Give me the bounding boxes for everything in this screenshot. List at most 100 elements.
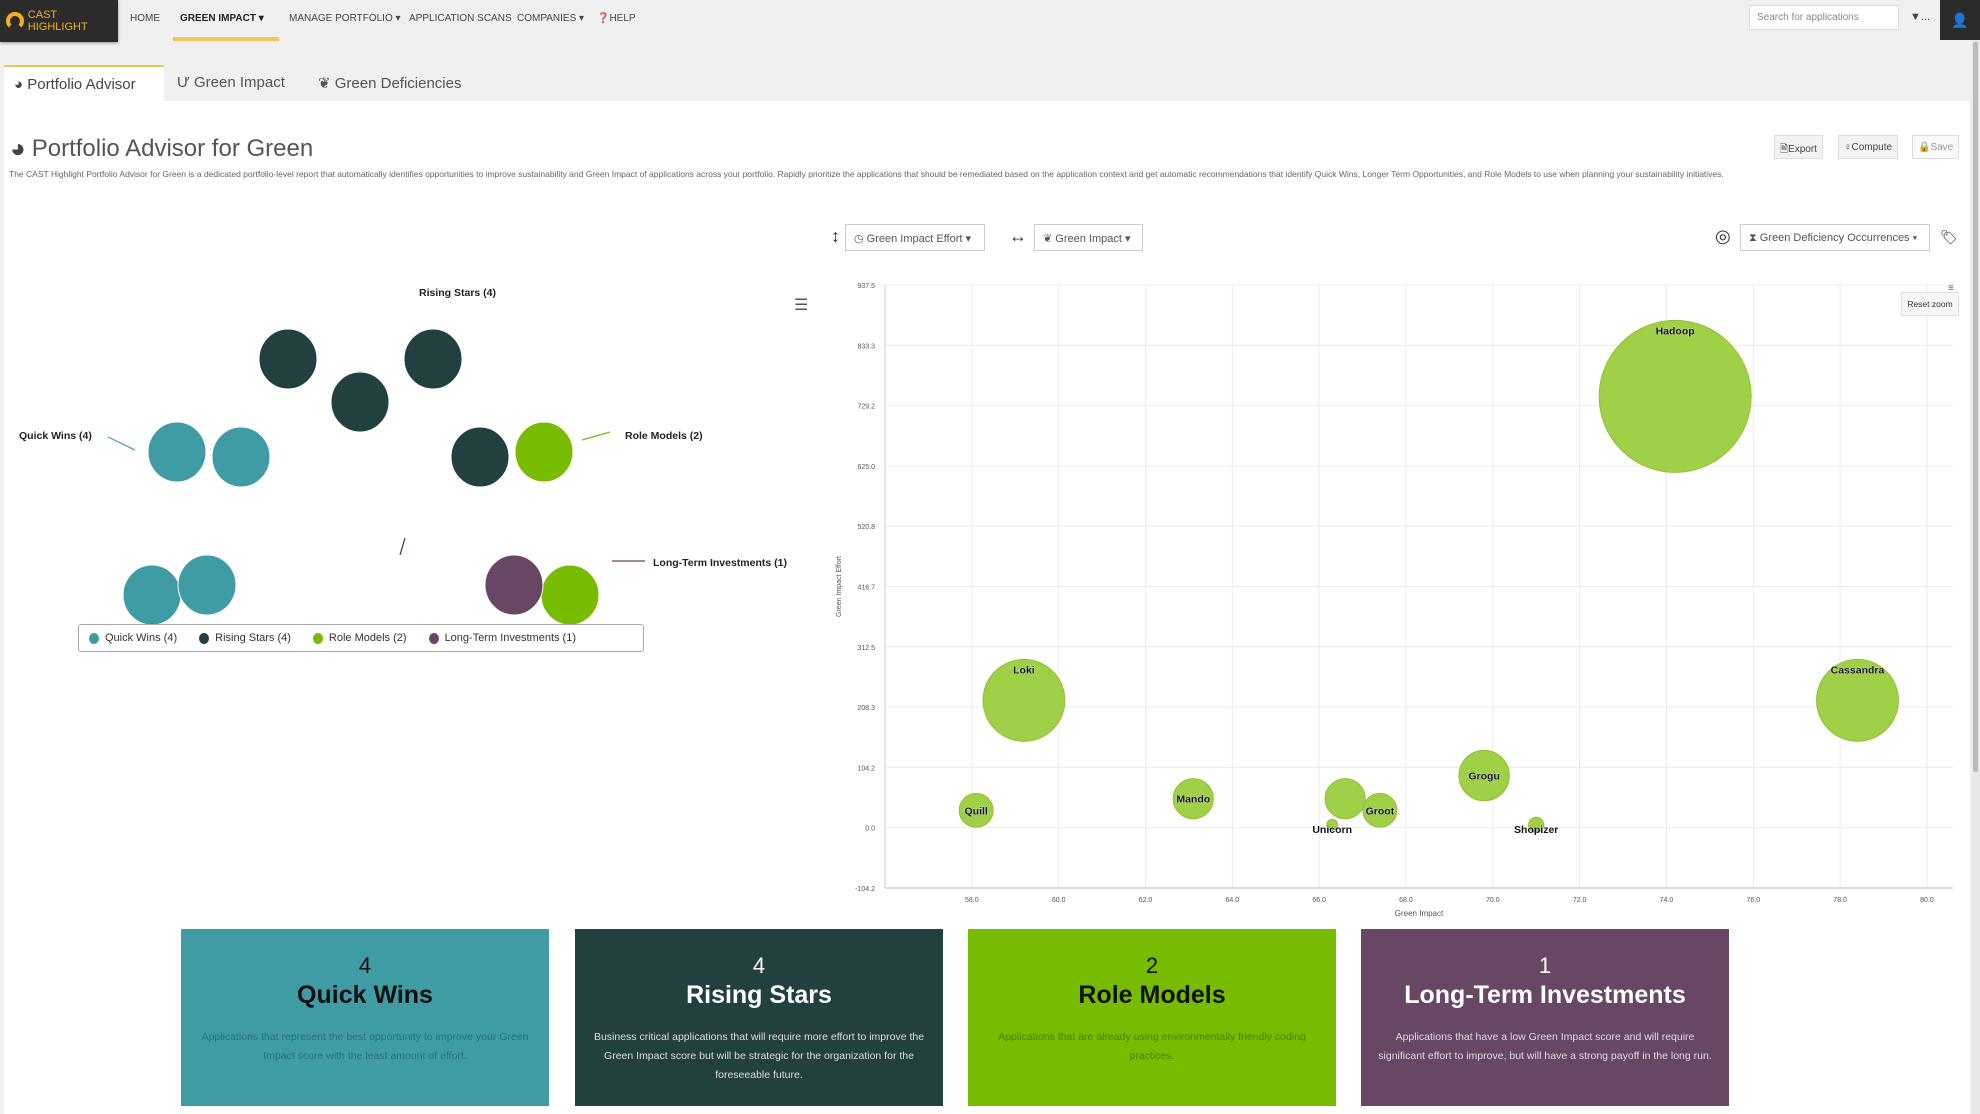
y-tick-label: 937.5 (857, 283, 875, 290)
label-role-models: Role Models (2) (625, 430, 703, 442)
scrollbar-thumb[interactable] (1973, 42, 1978, 772)
bubble-scatter-chart: -104.2 0.0 104.2 208.3 312.5 416.7 520.8 625.0 7… (836, 283, 1954, 918)
y-axis-title: Green Impact Effort (836, 556, 843, 617)
bubble-role-models[interactable] (540, 564, 600, 626)
bubble-quick-wins[interactable] (147, 421, 207, 483)
nav-manage-portfolio[interactable]: MANAGE PORTFOLIO ▾ (289, 13, 401, 24)
x-tick-label: 72.0 (1573, 897, 1587, 904)
logo[interactable]: CAST HIGHLIGHT (0, 0, 118, 42)
bubble-quick-wins[interactable] (211, 426, 271, 488)
size-dropdown-label: Green Deficiency Occurrences ▾ (1759, 232, 1918, 244)
legend-quick-wins[interactable]: Quick Wins (4) (89, 632, 177, 644)
bubble-label: Mando (1176, 794, 1210, 806)
bubble-role-models[interactable] (514, 421, 574, 483)
size-dropdown[interactable]: ⧗ Green Deficiency Occurrences ▾ (1740, 224, 1930, 251)
page-description: The CAST Highlight Portfolio Advisor for… (9, 169, 1724, 179)
x-tick-label: 70.0 (1486, 897, 1500, 904)
x-axis-title: Green Impact (1395, 909, 1444, 918)
x-tick-label: 78.0 (1833, 897, 1847, 904)
legend-dot (312, 632, 323, 644)
connector-line (581, 431, 611, 441)
card-title: Quick Wins (297, 981, 433, 1009)
bubble-label: Groot (1366, 805, 1395, 817)
tab-portfolio-advisor[interactable]: ◕ Portfolio Advisor (4, 65, 164, 101)
user-icon[interactable]: 👤 (1940, 0, 1980, 40)
vertical-axis-icon: ↕ (831, 226, 840, 246)
bubble-label: Grogu (1468, 771, 1500, 783)
legend-label: Role Models (2) (328, 632, 407, 644)
reset-zoom-button[interactable]: Reset zoom (1901, 292, 1959, 316)
label-quick-wins: Quick Wins (4) (19, 430, 92, 442)
help-icon: ❓ (597, 13, 610, 24)
y-tick-label: 520.8 (857, 524, 875, 531)
tab-green-deficiencies[interactable]: ❦ Green Deficiencies (308, 65, 471, 101)
target-icon: ◎ (1715, 226, 1731, 246)
nav-companies[interactable]: COMPANIES ▾ (517, 13, 584, 24)
card-count: 1 (1538, 953, 1552, 978)
bubble-rising-stars[interactable] (258, 328, 318, 390)
card-title: Rising Stars (686, 981, 832, 1009)
filter-icon[interactable]: ▼... (1910, 11, 1930, 23)
chart-menu-icon[interactable]: ☰ (794, 295, 808, 315)
bubble-long-term-investments[interactable] (484, 554, 544, 616)
legend-role-models[interactable]: Role Models (2) (312, 632, 407, 644)
bubble-rising-stars[interactable] (330, 371, 390, 433)
legend-dot (199, 632, 210, 644)
nav-home[interactable]: HOME (130, 13, 160, 24)
legend-rising-stars[interactable]: Rising Stars (4) (199, 632, 291, 644)
card-description: Applications that represent the best opp… (201, 1031, 529, 1062)
y-tick-label: 833.3 (857, 343, 875, 350)
bubble-quick-wins[interactable] (177, 554, 237, 616)
x-tick-label: 68.0 (1399, 897, 1413, 904)
connector-line (399, 537, 406, 556)
card-rising-stars[interactable]: 4 Rising Stars Business critical applicati… (575, 929, 943, 1106)
x-tick-label: 58.0 (965, 897, 979, 904)
bubble-rising-stars[interactable] (450, 426, 510, 488)
nav-green-impact[interactable]: GREEN IMPACT ▾ (180, 13, 264, 24)
x-axis-dropdown[interactable]: ❦ Green Impact ▾ (1034, 224, 1143, 251)
legend-label: Long-Term Investments (1) (444, 632, 576, 644)
y-axis-dropdown[interactable]: ◷ Green Impact Effort ▾ (845, 224, 985, 251)
y-tick-label: 0.0 (865, 826, 875, 833)
y-tick-label: 416.7 (857, 584, 875, 591)
x-tick-label: 80.0 (1920, 897, 1934, 904)
compute-label: Compute (1851, 142, 1893, 153)
bubble-rising-stars[interactable] (403, 328, 463, 390)
x-tick-label: 74.0 (1660, 897, 1674, 904)
stethoscope-icon: Ư (177, 74, 190, 91)
save-button[interactable]: 🔒Save (1912, 135, 1960, 159)
bubble-label: Hadoop (1656, 325, 1695, 337)
legend-long-term[interactable]: Long-Term Investments (1) (428, 632, 576, 644)
page-title: ◕ Portfolio Advisor for Green (10, 133, 313, 164)
bubble-point-hadoop[interactable] (1598, 319, 1752, 473)
y-axis-dropdown-label: Green Impact Effort ▾ (866, 233, 972, 245)
nav-application-scans[interactable]: APPLICATION SCANS (409, 13, 512, 24)
tab-green-impact[interactable]: Ư Green Impact (167, 65, 295, 101)
card-role-models[interactable]: 2 Role Models Applications that are alread… (968, 929, 1336, 1106)
card-long-term-investments[interactable]: 1 Long-Term Investments Applications that … (1361, 929, 1729, 1106)
leaf-icon: ❦ (318, 75, 331, 92)
bubble-label: Shopizer (1514, 824, 1558, 836)
compute-button[interactable]: ♀Compute (1838, 135, 1899, 159)
bubble-point[interactable] (1324, 778, 1366, 820)
tag-icon[interactable]: 🏷 (1940, 229, 1958, 246)
card-description: Applications that have a low Green Impac… (1378, 1031, 1712, 1062)
x-tick-label: 66.0 (1312, 897, 1326, 904)
bubble-label: Quill (964, 805, 987, 817)
bubble-quick-wins[interactable] (122, 564, 182, 626)
x-tick-label: 76.0 (1746, 897, 1760, 904)
bubble-label: Loki (1013, 664, 1035, 676)
pie-chart-icon: ◕ (14, 76, 24, 93)
save-label: Save (1930, 142, 1954, 153)
nav-help[interactable]: ❓HELP (597, 13, 636, 24)
card-quick-wins[interactable]: 4 Quick Wins Applications that represent t… (181, 929, 549, 1106)
bubble-label: Cassandra (1831, 664, 1885, 676)
label-long-term: Long-Term Investments (1) (653, 557, 787, 569)
legend-dot (428, 632, 439, 644)
horizontal-axis-icon: ↔ (1009, 226, 1027, 246)
card-description: Applications that are already using envi… (998, 1031, 1306, 1062)
search-input[interactable]: Search for applications (1749, 5, 1899, 30)
export-button[interactable]: 🗎Export (1774, 135, 1823, 159)
nav-active-indicator (173, 37, 279, 41)
y-tick-label: -104.2 (855, 886, 875, 893)
